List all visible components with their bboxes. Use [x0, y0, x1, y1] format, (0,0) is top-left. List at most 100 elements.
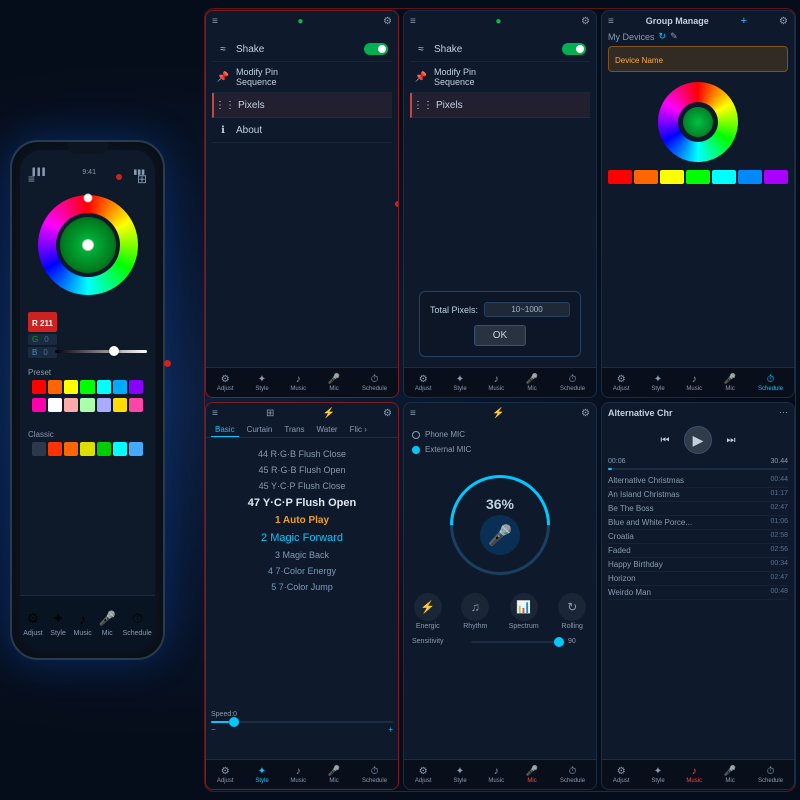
effect-7color-energy[interactable]: 4 7·Color Energy: [211, 563, 393, 579]
s3-mic[interactable]: 🎤Mic: [724, 374, 736, 392]
s3-sty[interactable]: ✦Style: [651, 374, 664, 392]
s3-adj[interactable]: ⚙Adjust: [613, 374, 630, 392]
mic-ctrl-energic[interactable]: ⚡ Energic: [414, 593, 442, 630]
external-mic-option[interactable]: External MIC: [412, 442, 588, 457]
device-item[interactable]: Device Name: [608, 46, 788, 72]
s5-sty[interactable]: ✦Style: [453, 766, 466, 784]
s1-adjust[interactable]: ⚙Adjust: [217, 374, 234, 392]
gcell-yellow[interactable]: [660, 170, 684, 184]
gcell-green[interactable]: [686, 170, 710, 184]
s6-mus[interactable]: ♪Music: [686, 766, 702, 784]
gcell-purple[interactable]: [764, 170, 788, 184]
s2-pixels-item[interactable]: ⋮⋮ Pixels: [410, 93, 590, 118]
speed-plus[interactable]: +: [388, 725, 393, 734]
s5-mic[interactable]: 🎤Mic: [526, 766, 538, 784]
s6-sch[interactable]: ⏱Schedule: [758, 766, 783, 784]
device-refresh-icon[interactable]: ↻: [659, 31, 667, 42]
s1-music[interactable]: ♪Music: [290, 374, 306, 392]
phone-mic-option[interactable]: Phone MIC: [412, 427, 588, 442]
s2-mic[interactable]: 🎤Mic: [526, 374, 538, 392]
sensitivity-thumb[interactable]: [554, 637, 564, 647]
song-alternative-christmas[interactable]: Alternative Christmas 00:44: [608, 474, 788, 488]
preset-cyan[interactable]: [97, 380, 111, 394]
s4-mus[interactable]: ♪Music: [290, 766, 306, 784]
effect-46[interactable]: 45 Y·C·P Flush Close: [211, 478, 393, 494]
gcell-red[interactable]: [608, 170, 632, 184]
s1-style[interactable]: ✦Style: [255, 374, 268, 392]
prev-button[interactable]: ⏮: [654, 429, 676, 451]
tab-basic[interactable]: Basic: [211, 423, 239, 437]
gcell-orange[interactable]: [634, 170, 658, 184]
preset-white[interactable]: [48, 398, 62, 412]
tab-water[interactable]: Water: [313, 423, 342, 437]
preset-red[interactable]: [32, 380, 46, 394]
s6-adj[interactable]: ⚙Adjust: [613, 766, 630, 784]
effect-44[interactable]: 44 R·G·B Flush Close: [211, 446, 393, 462]
preset-orange[interactable]: [48, 380, 62, 394]
effect-magic-back[interactable]: 3 Magic Back: [211, 547, 393, 563]
preset-pink[interactable]: [32, 398, 46, 412]
song-horizon[interactable]: Horizon 02:47: [608, 572, 788, 586]
speed-slider[interactable]: [211, 721, 393, 723]
classic-blue2[interactable]: [129, 442, 143, 456]
speed-minus[interactable]: −: [211, 725, 216, 734]
s1-sched[interactable]: ⏱Schedule: [362, 374, 387, 392]
color-wheel-container[interactable]: [33, 190, 143, 300]
s4-sch[interactable]: ⏱Schedule: [362, 766, 387, 784]
playlist-options-icon[interactable]: ⋯: [779, 407, 788, 418]
s2-shake-item[interactable]: ≈ Shake: [410, 37, 590, 62]
song-faded[interactable]: Faded 02:56: [608, 544, 788, 558]
phone-nav-adjust[interactable]: ⚙ Adjust: [23, 610, 42, 637]
s4-mic[interactable]: 🎤Mic: [328, 766, 340, 784]
s1-mic[interactable]: 🎤Mic: [328, 374, 340, 392]
device-edit-icon[interactable]: ✎: [670, 31, 678, 42]
effect-45[interactable]: 45 R·G·B Flush Open: [211, 462, 393, 478]
mic-ctrl-spectrum[interactable]: 📊 Spectrum: [509, 593, 539, 630]
brightness-slider[interactable]: [55, 350, 147, 353]
dialog-pixel-input[interactable]: 10~1000: [484, 302, 570, 317]
s6-mic[interactable]: 🎤Mic: [724, 766, 736, 784]
phone-nav-style[interactable]: ✦ Style: [49, 610, 67, 637]
classic-green2[interactable]: [97, 442, 111, 456]
playlist-progress-bar[interactable]: [608, 468, 788, 470]
preset-light-green[interactable]: [80, 398, 94, 412]
classic-orange2[interactable]: [64, 442, 78, 456]
pixels-menu-item[interactable]: ⋮⋮ Pixels: [212, 93, 392, 118]
play-button[interactable]: ▶: [684, 426, 712, 454]
s2-pin-item[interactable]: 📌 Modify PinSequence: [410, 62, 590, 93]
s4-adj[interactable]: ⚙Adjust: [217, 766, 234, 784]
s2-shake-toggle[interactable]: [562, 43, 586, 55]
phone-nav-music[interactable]: ♪ Music: [73, 610, 91, 637]
gcell-blue[interactable]: [738, 170, 762, 184]
phone-nav-schedule[interactable]: ⏱ Schedule: [123, 610, 152, 637]
mic-ctrl-rolling[interactable]: ↻ Rolling: [558, 593, 586, 630]
effect-auto-play[interactable]: 1 Auto Play: [211, 512, 393, 529]
preset-light-red[interactable]: [64, 398, 78, 412]
song-island-christmas[interactable]: An Island Christmas 01:17: [608, 488, 788, 502]
shake-menu-item[interactable]: ≈ Shake: [212, 37, 392, 62]
phone-nav-mic[interactable]: 🎤 Mic: [98, 610, 116, 637]
effect-47[interactable]: 47 Y·C·P Flush Open: [211, 494, 393, 512]
song-croatia[interactable]: Croatia 02:58: [608, 530, 788, 544]
preset-yellow[interactable]: [64, 380, 78, 394]
tab-trans[interactable]: Trans: [280, 423, 308, 437]
group-add-icon[interactable]: +: [741, 15, 747, 27]
preset-gold[interactable]: [113, 398, 127, 412]
s2-music[interactable]: ♪Music: [488, 374, 504, 392]
preset-rose[interactable]: [129, 398, 143, 412]
s3-mus[interactable]: ♪Music: [686, 374, 702, 392]
s3-sch[interactable]: ⏱Schedule: [758, 374, 783, 392]
modify-pin-menu-item[interactable]: 📌 Modify PinSequence: [212, 62, 392, 93]
tab-flic[interactable]: Flic ›: [346, 423, 371, 437]
classic-red[interactable]: [48, 442, 62, 456]
preset-purple[interactable]: [129, 380, 143, 394]
s5-adj[interactable]: ⚙Adjust: [415, 766, 432, 784]
brightness-thumb[interactable]: [109, 346, 119, 356]
next-button[interactable]: ⏭: [720, 429, 742, 451]
s2-sched[interactable]: ⏱Schedule: [560, 374, 585, 392]
shake-toggle[interactable]: [364, 43, 388, 55]
effect-magic-forward[interactable]: 2 Magic Forward: [211, 529, 393, 547]
effect-7color-jump[interactable]: 5 7·Color Jump: [211, 579, 393, 595]
s6-sty[interactable]: ✦Style: [651, 766, 664, 784]
mic-ctrl-rhythm[interactable]: ♫ Rhythm: [461, 593, 489, 630]
